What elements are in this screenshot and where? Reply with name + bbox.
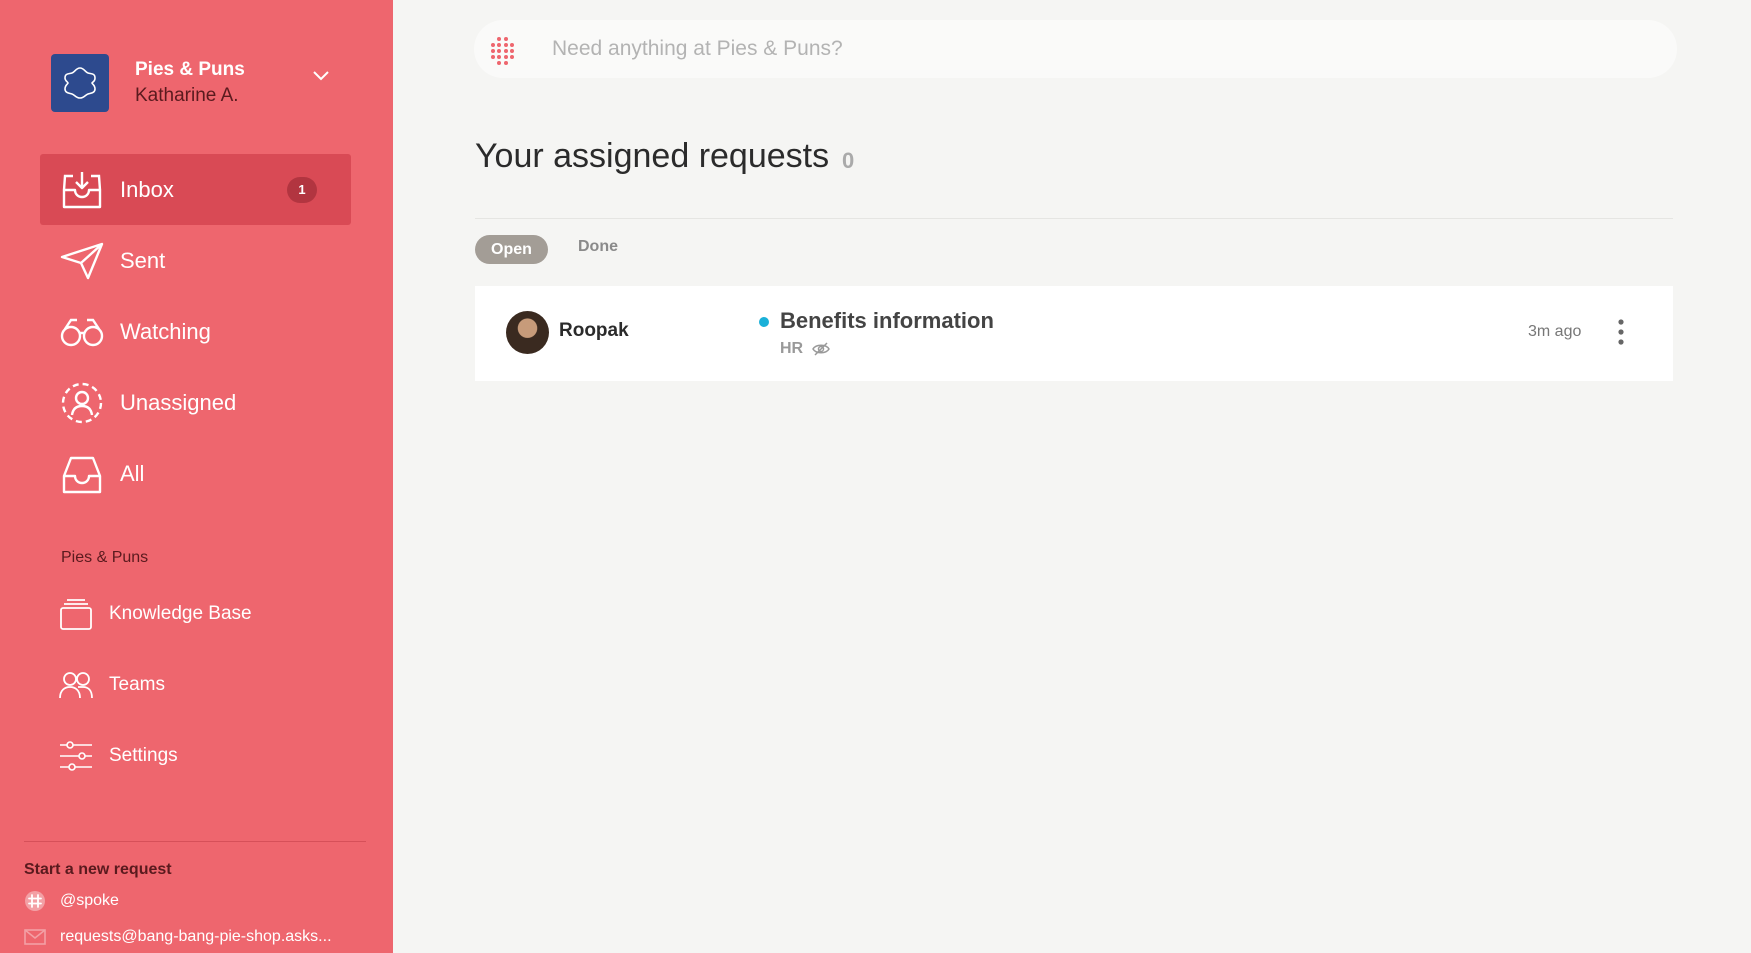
nav-sent[interactable]: Sent [40,225,351,296]
title-divider [475,218,1673,219]
request-row[interactable]: Roopak Benefits information HR 3m ago [475,286,1673,381]
teams-icon [58,667,94,703]
search-bar[interactable] [474,20,1677,78]
workspace-switcher[interactable]: Pies & Puns Katharine A. [51,53,351,113]
request-title: Benefits information [780,308,994,333]
request-count: 0 [842,148,855,173]
avatar [506,311,549,354]
eye-slash-icon [812,342,830,356]
user-name: Katharine A. [135,85,239,106]
email-channel-link[interactable]: requests@bang-bang-pie-shop.asks... [24,926,332,948]
slack-channel-link[interactable]: @spoke [24,890,119,912]
flower-icon [64,67,96,99]
nav-unassigned[interactable]: Unassigned [40,367,351,438]
tab-done[interactable]: Done [578,238,618,256]
request-email-address: requests@bang-bang-pie-shop.asks... [60,928,332,945]
nav-sent-label: Sent [120,247,166,273]
page-title: Your assigned requests [475,137,830,175]
vertical-dots-icon [1618,319,1624,345]
tray-icon [60,452,104,496]
nav-all[interactable]: All [40,438,351,509]
nav-settings-label: Settings [109,744,178,766]
sidebar: Pies & Puns Katharine A. Inbox 1 Sent Wa… [0,0,393,953]
tab-open[interactable]: Open [475,235,548,264]
chevron-down-icon[interactable] [313,71,329,81]
status-dot [759,317,769,327]
sliders-icon [58,738,94,774]
nav-teams[interactable]: Teams [58,649,351,720]
workspace-logo [51,54,109,112]
envelope-icon [24,926,46,948]
binoculars-icon [60,310,104,354]
slack-icon [24,890,46,912]
more-options-button[interactable] [1611,314,1631,350]
main-nav: Inbox 1 Sent Watching Unassigned All [40,154,351,509]
nav-watching-label: Watching [120,318,211,344]
nav-knowledge-base[interactable]: Knowledge Base [58,578,351,649]
workspace-section-heading: Pies & Puns [61,549,149,566]
request-timestamp: 3m ago [1528,323,1582,340]
search-input[interactable] [552,20,1652,78]
nav-teams-label: Teams [109,673,165,695]
spoke-dots-icon [491,37,514,65]
nav-unassigned-label: Unassigned [120,389,237,415]
inbox-count-badge: 1 [287,176,317,203]
nav-inbox-label: Inbox [120,176,174,202]
nav-inbox[interactable]: Inbox 1 [40,154,351,225]
paper-plane-icon [60,239,104,283]
team-label: HR [780,340,804,357]
nav-knowledge-base-label: Knowledge Base [109,602,252,624]
sidebar-divider [24,841,366,842]
start-request-heading: Start a new request [24,861,172,878]
requester-name: Roopak [559,320,629,341]
nav-settings[interactable]: Settings [58,720,351,791]
nav-all-label: All [120,460,145,486]
nav-watching[interactable]: Watching [40,296,351,367]
inbox-icon [60,168,104,212]
slack-handle: @spoke [60,892,119,909]
knowledge-base-icon [58,596,94,632]
workspace-nav: Knowledge Base Teams Settings [58,578,351,791]
unassigned-user-icon [60,381,104,425]
